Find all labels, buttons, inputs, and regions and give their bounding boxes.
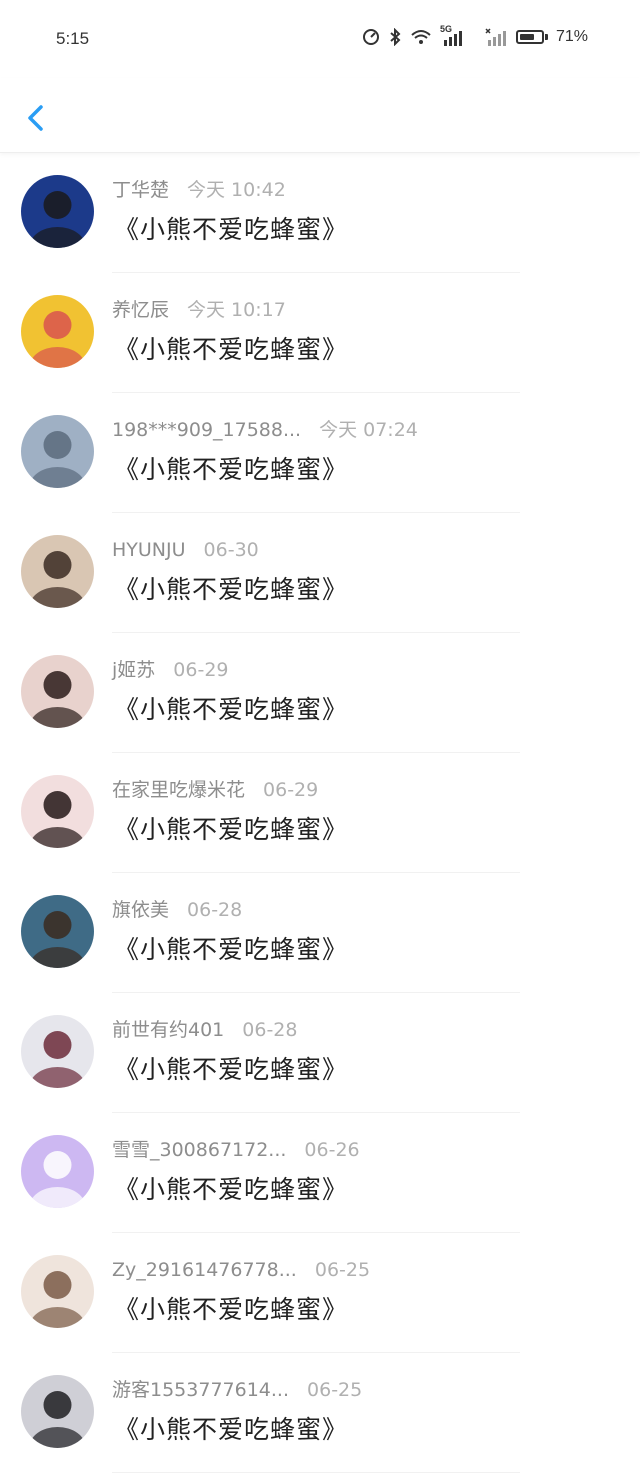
data-saver-icon (362, 28, 380, 46)
signal-no-service-icon (484, 28, 508, 46)
message-text: 《小熊不爱吃蜂蜜》 (114, 1175, 349, 1204)
item-meta: 旗依美 06-28 (112, 898, 242, 922)
status-icons: 5G 71% (362, 24, 588, 46)
item-meta: 游客1553777614... 06-25 (112, 1378, 362, 1402)
list-item[interactable]: 198***909_17588... 今天 07:24 《小熊不爱吃蜂蜜》 (0, 393, 640, 513)
avatar[interactable] (21, 895, 94, 968)
user-name[interactable]: 198***909_17588... (112, 419, 301, 441)
list-item[interactable]: 旗依美 06-28 《小熊不爱吃蜂蜜》 (0, 873, 640, 993)
network-type-label: 5G (439, 24, 452, 34)
avatar[interactable] (21, 775, 94, 848)
user-name[interactable]: 雪雪_300867172... (112, 1139, 286, 1161)
item-meta: 在家里吃爆米花 06-29 (112, 778, 318, 802)
message-text: 《小熊不爱吃蜂蜜》 (114, 935, 349, 964)
user-name[interactable]: 游客1553777614... (112, 1379, 289, 1401)
timestamp: 今天 10:42 (187, 179, 286, 201)
timestamp: 06-30 (203, 539, 259, 561)
item-meta: HYUNJU 06-30 (112, 538, 259, 562)
wifi-icon (410, 28, 432, 46)
timestamp: 06-25 (307, 1379, 363, 1401)
list-item[interactable]: j姬苏 06-29 《小熊不爱吃蜂蜜》 (0, 633, 640, 753)
item-meta: j姬苏 06-29 (112, 658, 229, 682)
battery-icon (515, 30, 548, 44)
back-button[interactable] (18, 96, 54, 136)
avatar[interactable] (21, 1015, 94, 1088)
avatar[interactable] (21, 535, 94, 608)
item-meta: Zy_29161476778... 06-25 (112, 1258, 370, 1282)
list-item[interactable]: 丁华楚 今天 10:42 《小熊不爱吃蜂蜜》 (0, 153, 640, 273)
avatar[interactable] (21, 1255, 94, 1328)
item-meta: 雪雪_300867172... 06-26 (112, 1138, 360, 1162)
item-meta: 198***909_17588... 今天 07:24 (112, 418, 418, 442)
user-name[interactable]: 养忆辰 (112, 299, 169, 321)
timestamp: 06-25 (314, 1259, 371, 1281)
user-name[interactable]: 旗依美 (112, 899, 169, 921)
message-text: 《小熊不爱吃蜂蜜》 (114, 335, 349, 364)
battery-percent: 71% (555, 28, 588, 45)
user-name[interactable]: 在家里吃爆米花 (112, 779, 245, 801)
user-name[interactable]: Zy_29161476778... (112, 1259, 297, 1281)
item-meta: 丁华楚 今天 10:42 (112, 178, 286, 202)
timestamp: 今天 07:24 (319, 419, 418, 441)
list-item[interactable]: HYUNJU 06-30 《小熊不爱吃蜂蜜》 (0, 513, 640, 633)
message-text: 《小熊不爱吃蜂蜜》 (114, 575, 349, 604)
avatar[interactable] (21, 295, 94, 368)
avatar[interactable] (21, 1375, 94, 1448)
user-name[interactable]: 丁华楚 (112, 179, 169, 201)
message-text: 《小熊不爱吃蜂蜜》 (114, 1295, 349, 1324)
timestamp: 06-28 (187, 899, 243, 921)
list-item[interactable]: 前世有约401 06-28 《小熊不爱吃蜂蜜》 (0, 993, 640, 1113)
user-name[interactable]: HYUNJU (112, 539, 186, 561)
user-name[interactable]: j姬苏 (112, 659, 155, 681)
timestamp: 今天 10:17 (187, 299, 286, 321)
list-item[interactable]: 雪雪_300867172... 06-26 《小熊不爱吃蜂蜜》 (0, 1113, 640, 1233)
battery-fill (519, 34, 534, 40)
message-text: 《小熊不爱吃蜂蜜》 (114, 455, 349, 484)
list-item[interactable]: 在家里吃爆米花 06-29 《小熊不爱吃蜂蜜》 (0, 753, 640, 873)
avatar[interactable] (21, 175, 94, 248)
message-text: 《小熊不爱吃蜂蜜》 (114, 815, 349, 844)
bluetooth-icon (388, 28, 402, 46)
avatar[interactable] (21, 655, 94, 728)
avatar[interactable] (21, 415, 94, 488)
avatar[interactable] (21, 1135, 94, 1208)
message-text: 《小熊不爱吃蜂蜜》 (114, 1415, 349, 1444)
message-text: 《小熊不爱吃蜂蜜》 (114, 1055, 349, 1084)
status-bar: 5:15 5G 71% (0, 0, 640, 78)
status-time: 5:15 (56, 29, 90, 48)
user-name[interactable]: 前世有约401 (112, 1019, 224, 1041)
list-item[interactable]: Zy_29161476778... 06-25 《小熊不爱吃蜂蜜》 (0, 1233, 640, 1353)
timestamp: 06-26 (304, 1139, 360, 1161)
chevron-left-icon (28, 105, 43, 131)
message-list: 丁华楚 今天 10:42 《小熊不爱吃蜂蜜》 养忆辰 今天 10:17 《小熊不爱吃蜂蜜》… (0, 153, 640, 1473)
list-item[interactable]: 养忆辰 今天 10:17 《小熊不爱吃蜂蜜》 (0, 273, 640, 393)
timestamp: 06-29 (173, 659, 229, 681)
message-text: 《小熊不爱吃蜂蜜》 (114, 215, 349, 244)
timestamp: 06-28 (242, 1019, 298, 1041)
nav-bar (0, 78, 640, 153)
message-text: 《小熊不爱吃蜂蜜》 (114, 695, 349, 724)
timestamp: 06-29 (263, 779, 319, 801)
signal-5g-icon: 5G (440, 24, 476, 46)
list-item[interactable]: 游客1553777614... 06-25 《小熊不爱吃蜂蜜》 (0, 1353, 640, 1473)
item-meta: 养忆辰 今天 10:17 (112, 298, 286, 322)
item-meta: 前世有约401 06-28 (112, 1018, 297, 1042)
